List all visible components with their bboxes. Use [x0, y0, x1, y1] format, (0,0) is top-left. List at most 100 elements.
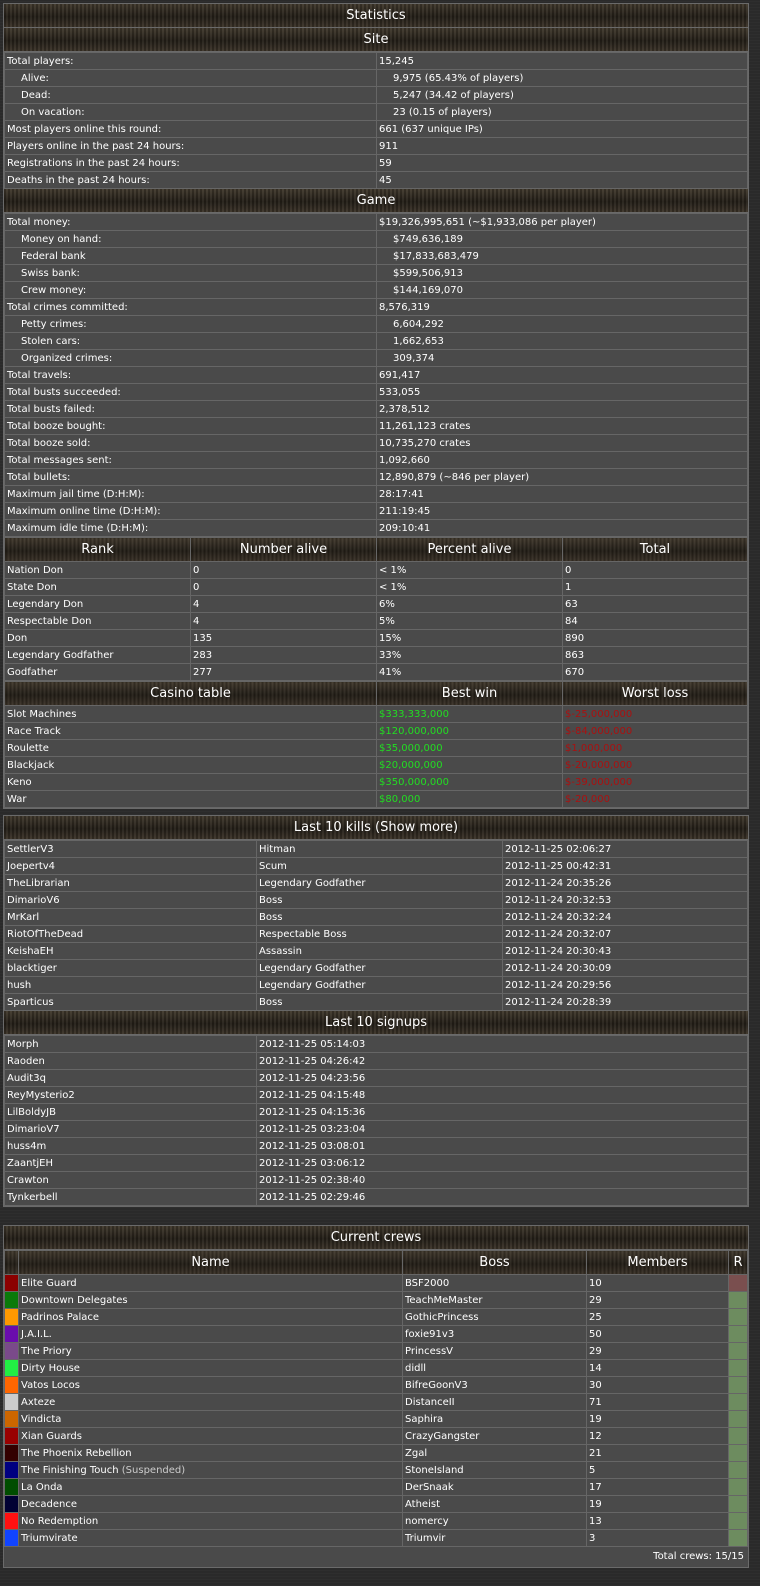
crew-name[interactable]: No Redemption — [21, 1516, 98, 1527]
crew-color-swatch — [4, 1444, 19, 1462]
signup-player-name[interactable]: DimarioV7 — [4, 1120, 257, 1138]
kill-player-rank: Legendary Godfather — [256, 874, 503, 892]
signup-player-name[interactable]: ReyMysterio2 — [4, 1086, 257, 1104]
crew-boss[interactable]: BifreGoonV3 — [402, 1376, 587, 1394]
crew-name[interactable]: The Phoenix Rebellion — [21, 1448, 132, 1459]
kill-player-name[interactable]: Joepertv4 — [4, 857, 257, 875]
stat-value: 533,055 — [376, 383, 748, 401]
crew-boss[interactable]: GothicPrincess — [402, 1308, 587, 1326]
crew-boss[interactable]: DerSnaak — [402, 1478, 587, 1496]
kill-player-name[interactable]: Sparticus — [4, 993, 257, 1011]
crew-name[interactable]: Xian Guards — [21, 1431, 82, 1442]
signup-player-name[interactable]: LilBoldyJB — [4, 1103, 257, 1121]
name-col-header: Name — [18, 1250, 403, 1275]
crew-name[interactable]: The Finishing Touch — [21, 1465, 119, 1476]
signup-player-name[interactable]: Morph — [4, 1035, 257, 1053]
crew-name[interactable]: Triumvirate — [21, 1533, 78, 1544]
kill-row: DimarioV6 Boss 2012-11-24 20:32:53 — [4, 891, 748, 909]
signup-player-name[interactable]: Audit3q — [4, 1069, 257, 1087]
stat-value: $19,326,995,651 (~$1,933,086 per player) — [376, 213, 748, 231]
crew-row: Triumvirate Triumvir 3 — [4, 1529, 748, 1547]
total-crews: Total crews: 15/15 — [653, 1551, 744, 1562]
kill-player-name[interactable]: blacktiger — [4, 959, 257, 977]
signup-row: ZaantjEH 2012-11-25 03:06:12 — [4, 1154, 748, 1172]
rank-header-row: Rank Number alive Percent alive Total — [4, 537, 748, 562]
rank-row: Nation Don 0 < 1% 0 — [4, 561, 748, 579]
stat-value: 6,604,292 — [376, 315, 748, 333]
crew-recruiting-indicator — [728, 1529, 748, 1547]
crew-boss[interactable]: TeachMeMaster — [402, 1291, 587, 1309]
signup-player-name[interactable]: ZaantjEH — [4, 1154, 257, 1172]
crew-name[interactable]: Axteze — [21, 1397, 55, 1408]
casino-worst-loss: $-39,000,000 — [562, 773, 748, 791]
rank-total: 84 — [562, 612, 748, 630]
crew-name[interactable]: Dirty House — [21, 1363, 80, 1374]
kill-player-name[interactable]: DimarioV6 — [4, 891, 257, 909]
kill-player-name[interactable]: RiotOfTheDead — [4, 925, 257, 943]
crew-color-swatch — [4, 1342, 19, 1360]
crew-name[interactable]: Decadence — [21, 1499, 77, 1510]
crew-row: Vatos Locos BifreGoonV3 30 — [4, 1376, 748, 1394]
signup-player-name[interactable]: huss4m — [4, 1137, 257, 1155]
game-stat-row: Total travels: 691,417 — [4, 366, 748, 384]
crew-boss[interactable]: foxie91v3 — [402, 1325, 587, 1343]
kill-row: blacktiger Legendary Godfather 2012-11-24 … — [4, 959, 748, 977]
crew-row: No Redemption nomercy 13 — [4, 1512, 748, 1530]
crew-boss[interactable]: DistanceII — [402, 1393, 587, 1411]
crew-boss[interactable]: Atheist — [402, 1495, 587, 1513]
rank-total: 0 — [562, 561, 748, 579]
crew-boss[interactable]: CrazyGangster — [402, 1427, 587, 1445]
last-signups-title: Last 10 signups — [4, 1011, 748, 1035]
crew-name-cell: The Finishing Touch (Suspended) — [18, 1461, 403, 1479]
kill-player-name[interactable]: KeishaEH — [4, 942, 257, 960]
crew-boss[interactable]: BSF2000 — [402, 1274, 587, 1292]
stat-label: Petty crimes: — [4, 315, 377, 333]
kill-player-name[interactable]: SettlerV3 — [4, 840, 257, 858]
kill-time: 2012-11-24 20:35:26 — [502, 874, 748, 892]
casino-best-win: $35,000,000 — [376, 739, 563, 757]
crew-members: 29 — [586, 1291, 729, 1309]
site-stat-row: Total players: 15,245 — [4, 52, 748, 70]
crew-name[interactable]: Vindicta — [21, 1414, 61, 1425]
crew-name[interactable]: J.A.I.L. — [21, 1329, 52, 1340]
kill-player-rank: Legendary Godfather — [256, 976, 503, 994]
crew-name[interactable]: Downtown Delegates — [21, 1295, 128, 1306]
stat-label: Maximum jail time (D:H:M): — [4, 485, 377, 503]
game-stat-row: Total booze bought: 11,261,123 crates — [4, 417, 748, 435]
crew-name-cell: Dirty House — [18, 1359, 403, 1377]
crew-name[interactable]: The Priory — [21, 1346, 72, 1357]
crew-boss[interactable]: Triumvir — [402, 1529, 587, 1547]
kill-player-name[interactable]: TheLibrarian — [4, 874, 257, 892]
last-kills-title[interactable]: Last 10 kills (Show more) — [4, 816, 748, 840]
kill-player-name[interactable]: hush — [4, 976, 257, 994]
stat-label: Total money: — [4, 213, 377, 231]
kill-row: SettlerV3 Hitman 2012-11-25 02:06:27 — [4, 840, 748, 858]
crew-name[interactable]: Elite Guard — [21, 1278, 77, 1289]
kill-time: 2012-11-24 20:28:39 — [502, 993, 748, 1011]
stat-value: 10,735,270 crates — [376, 434, 748, 452]
rank-name: Godfather — [4, 663, 191, 681]
crew-boss[interactable]: didll — [402, 1359, 587, 1377]
stat-value: 9,975 (65.43% of players) — [376, 69, 748, 87]
crew-boss[interactable]: Saphira — [402, 1410, 587, 1428]
signup-player-name[interactable]: Crawton — [4, 1171, 257, 1189]
signup-player-name[interactable]: Tynkerbell — [4, 1188, 257, 1206]
crew-name-cell: Axteze — [18, 1393, 403, 1411]
game-stat-row: Crew money: $144,169,070 — [4, 281, 748, 299]
kill-player-name[interactable]: MrKarl — [4, 908, 257, 926]
stat-label: Deaths in the past 24 hours: — [4, 171, 377, 189]
crew-row: Dirty House didll 14 — [4, 1359, 748, 1377]
crew-boss[interactable]: Zgal — [402, 1444, 587, 1462]
rank-row: State Don 0 < 1% 1 — [4, 578, 748, 596]
kills-table: SettlerV3 Hitman 2012-11-25 02:06:27 Joeper… — [4, 840, 748, 1011]
crew-boss[interactable]: StoneIsland — [402, 1461, 587, 1479]
signup-player-name[interactable]: Raoden — [4, 1052, 257, 1070]
crew-boss[interactable]: PrincessV — [402, 1342, 587, 1360]
stat-label: Maximum idle time (D:H:M): — [4, 519, 377, 537]
casino-best-win: $20,000,000 — [376, 756, 563, 774]
crew-name[interactable]: Padrinos Palace — [21, 1312, 99, 1323]
crew-name[interactable]: Vatos Locos — [21, 1380, 80, 1391]
casino-table: Casino table Best win Worst loss Slot Ma… — [4, 681, 748, 808]
crew-name[interactable]: La Onda — [21, 1482, 63, 1493]
crew-boss[interactable]: nomercy — [402, 1512, 587, 1530]
